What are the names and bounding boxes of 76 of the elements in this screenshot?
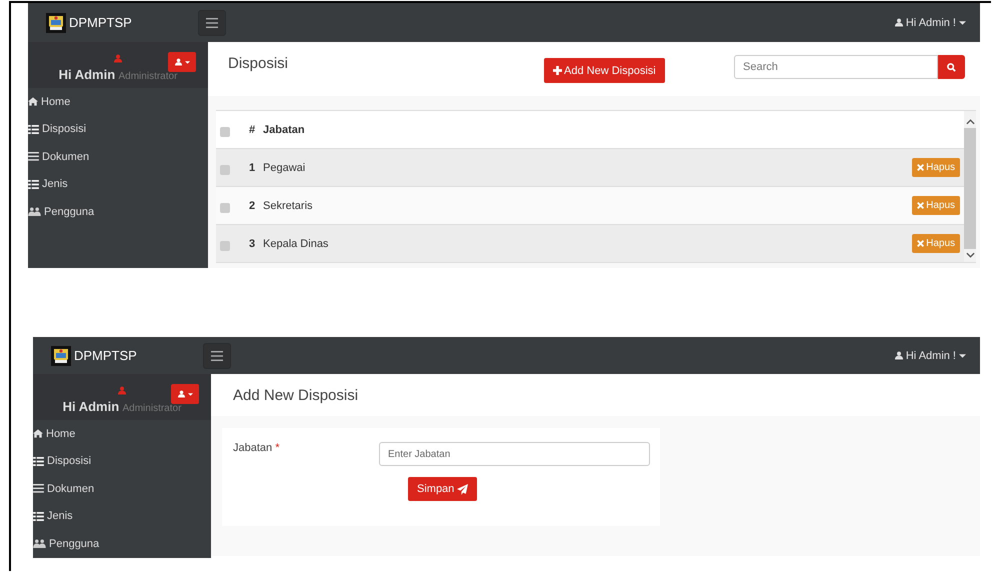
brand-name[interactable]: DPMPTSP	[69, 15, 132, 30]
column-header: #	[249, 124, 256, 136]
sidebar-item[interactable]: Pengguna	[33, 530, 211, 558]
chevron-down-icon[interactable]	[966, 252, 974, 258]
user-icon	[894, 351, 903, 360]
user-icon	[894, 18, 903, 27]
user-icon	[174, 58, 182, 66]
table-cell: Sekretaris	[263, 200, 313, 212]
caret-icon	[188, 392, 192, 396]
checkbox[interactable]	[220, 240, 230, 250]
user-dropdown-button[interactable]	[171, 384, 199, 404]
avatar-icon	[114, 54, 122, 63]
checkbox[interactable]	[220, 202, 230, 212]
list-icon	[28, 180, 39, 189]
users-icon	[33, 539, 46, 548]
save-button[interactable]: Simpan	[408, 477, 478, 501]
close-icon	[917, 202, 924, 209]
send-icon	[457, 484, 468, 494]
user-icon	[178, 390, 184, 398]
input-field[interactable]: Enter Jabatan	[379, 442, 650, 466]
column-header: Jabatan	[263, 124, 305, 136]
table-cell-text: 1	[249, 162, 256, 174]
home-icon	[33, 429, 43, 438]
table-cell: Kepala Dinas	[263, 238, 328, 250]
brand-name[interactable]: DPMPTSP	[74, 348, 137, 363]
emblem-icon	[51, 346, 71, 366]
menu-toggle-button[interactable]	[203, 342, 231, 368]
sidebar-item[interactable]: Disposisi	[28, 116, 208, 143]
scrollbar[interactable]	[964, 111, 976, 262]
sidebar-item[interactable]: Jenis	[33, 502, 211, 530]
list-icon	[33, 456, 44, 466]
search-icon	[947, 62, 956, 72]
checkbox[interactable]	[220, 164, 230, 174]
menu-toggle-button[interactable]	[198, 10, 226, 36]
close-icon	[917, 240, 924, 247]
list-icon	[28, 124, 39, 134]
caret-icon	[959, 20, 966, 24]
sidebar-item[interactable]: Home	[33, 420, 211, 448]
menu-icon	[33, 484, 44, 494]
user-menu[interactable]: Hi Admin !	[888, 348, 972, 362]
users-icon	[28, 207, 41, 216]
user-role: Administrator	[118, 71, 178, 82]
close-icon	[917, 164, 924, 171]
add-button[interactable]: Add New Disposisi	[544, 58, 665, 83]
field-label: Jabatan	[233, 442, 272, 454]
user-menu[interactable]: Hi Admin !	[888, 16, 972, 30]
required-mark: *	[275, 442, 280, 454]
menu-icon	[28, 152, 39, 162]
search-field[interactable]: Search	[734, 55, 938, 79]
page-title: Disposisi	[228, 55, 288, 72]
menu-icon	[206, 18, 218, 28]
avatar-icon	[118, 386, 126, 395]
table-cell-text: 3	[249, 238, 256, 250]
list-icon	[33, 512, 44, 521]
user-dropdown-button[interactable]	[168, 52, 196, 72]
user-name: Hi Admin	[62, 399, 120, 414]
user-name: Hi Admin	[58, 67, 116, 82]
sidebar-item[interactable]: Pengguna	[28, 198, 208, 226]
sidebar-item[interactable]: Dokumen	[28, 143, 208, 170]
menu-icon	[211, 350, 223, 360]
table-cell: Pegawai	[263, 162, 306, 174]
caret-icon	[959, 354, 966, 358]
search-button[interactable]	[938, 55, 965, 79]
sidebar-item[interactable]: Dokumen	[33, 475, 211, 502]
chevron-up-icon[interactable]	[966, 119, 974, 125]
home-icon	[28, 97, 38, 106]
plus-icon	[553, 66, 562, 75]
table-cell-text: 2	[249, 200, 256, 212]
checkbox[interactable]	[220, 126, 230, 136]
sidebar-item[interactable]: Jenis	[28, 170, 208, 198]
caret-icon	[184, 60, 190, 64]
user-role: Administrator	[122, 403, 182, 414]
page-title: Add New Disposisi	[233, 387, 360, 404]
sidebar-item[interactable]: Disposisi	[33, 448, 211, 475]
emblem-icon	[46, 12, 66, 32]
sidebar-item[interactable]: Home	[28, 88, 208, 116]
